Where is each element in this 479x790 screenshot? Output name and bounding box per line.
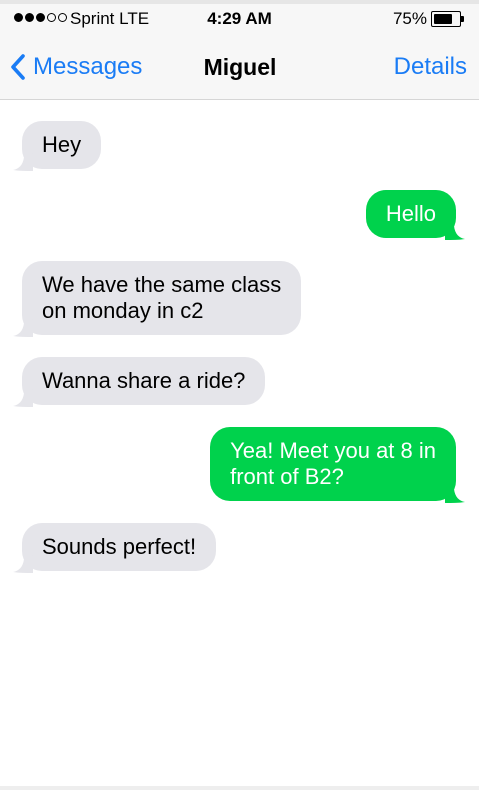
message-text: Wanna share a ride?	[42, 368, 246, 393]
message-text: Sounds perfect!	[42, 534, 197, 559]
conversation-title: Miguel	[203, 54, 277, 80]
bubble-tail-icon	[13, 319, 33, 337]
bubble-tail-icon	[445, 485, 465, 503]
bottom-edge	[0, 786, 479, 790]
message-bubble-incoming[interactable]: Hey	[13, 121, 102, 171]
message-text-line: We have the same class	[42, 272, 282, 297]
bubble-tail-icon	[13, 389, 33, 407]
details-button[interactable]: Details	[394, 50, 467, 84]
top-bar: Sprint LTE 4:29 AM 75% Messages Miguel D…	[0, 0, 479, 100]
message-text: Hey	[42, 132, 82, 157]
message-bubble-outgoing[interactable]: Yea! Meet you at 8 in front of B2?	[210, 427, 465, 503]
message-text-line: Yea! Meet you at 8 in	[230, 438, 436, 463]
chevron-left-icon	[10, 53, 26, 81]
message-thread[interactable]: Hey Hello We have the same class on mond…	[0, 100, 479, 790]
battery-icon	[431, 11, 465, 27]
back-button-label: Messages	[33, 53, 143, 80]
battery-fill	[434, 14, 452, 24]
message-bubble-outgoing[interactable]: Hello	[365, 190, 465, 240]
back-button[interactable]: Messages	[10, 50, 142, 84]
message-text: Hello	[385, 201, 436, 226]
battery-percent: 75%	[392, 9, 427, 28]
message-text-line: front of B2?	[230, 464, 344, 489]
bubble-tail-icon	[13, 555, 33, 573]
bubble-tail-icon	[445, 222, 465, 240]
status-bar: Sprint LTE 4:29 AM 75%	[0, 6, 479, 32]
navigation-bar: Messages Miguel Details	[0, 42, 479, 92]
bubble-tail-icon	[13, 153, 33, 171]
message-bubble-incoming[interactable]: Wanna share a ride?	[13, 357, 266, 407]
message-bubble-incoming[interactable]: We have the same class on monday in c2	[13, 261, 302, 337]
message-text-line: on monday in c2	[42, 298, 204, 323]
message-bubble-incoming[interactable]: Sounds perfect!	[13, 523, 217, 573]
